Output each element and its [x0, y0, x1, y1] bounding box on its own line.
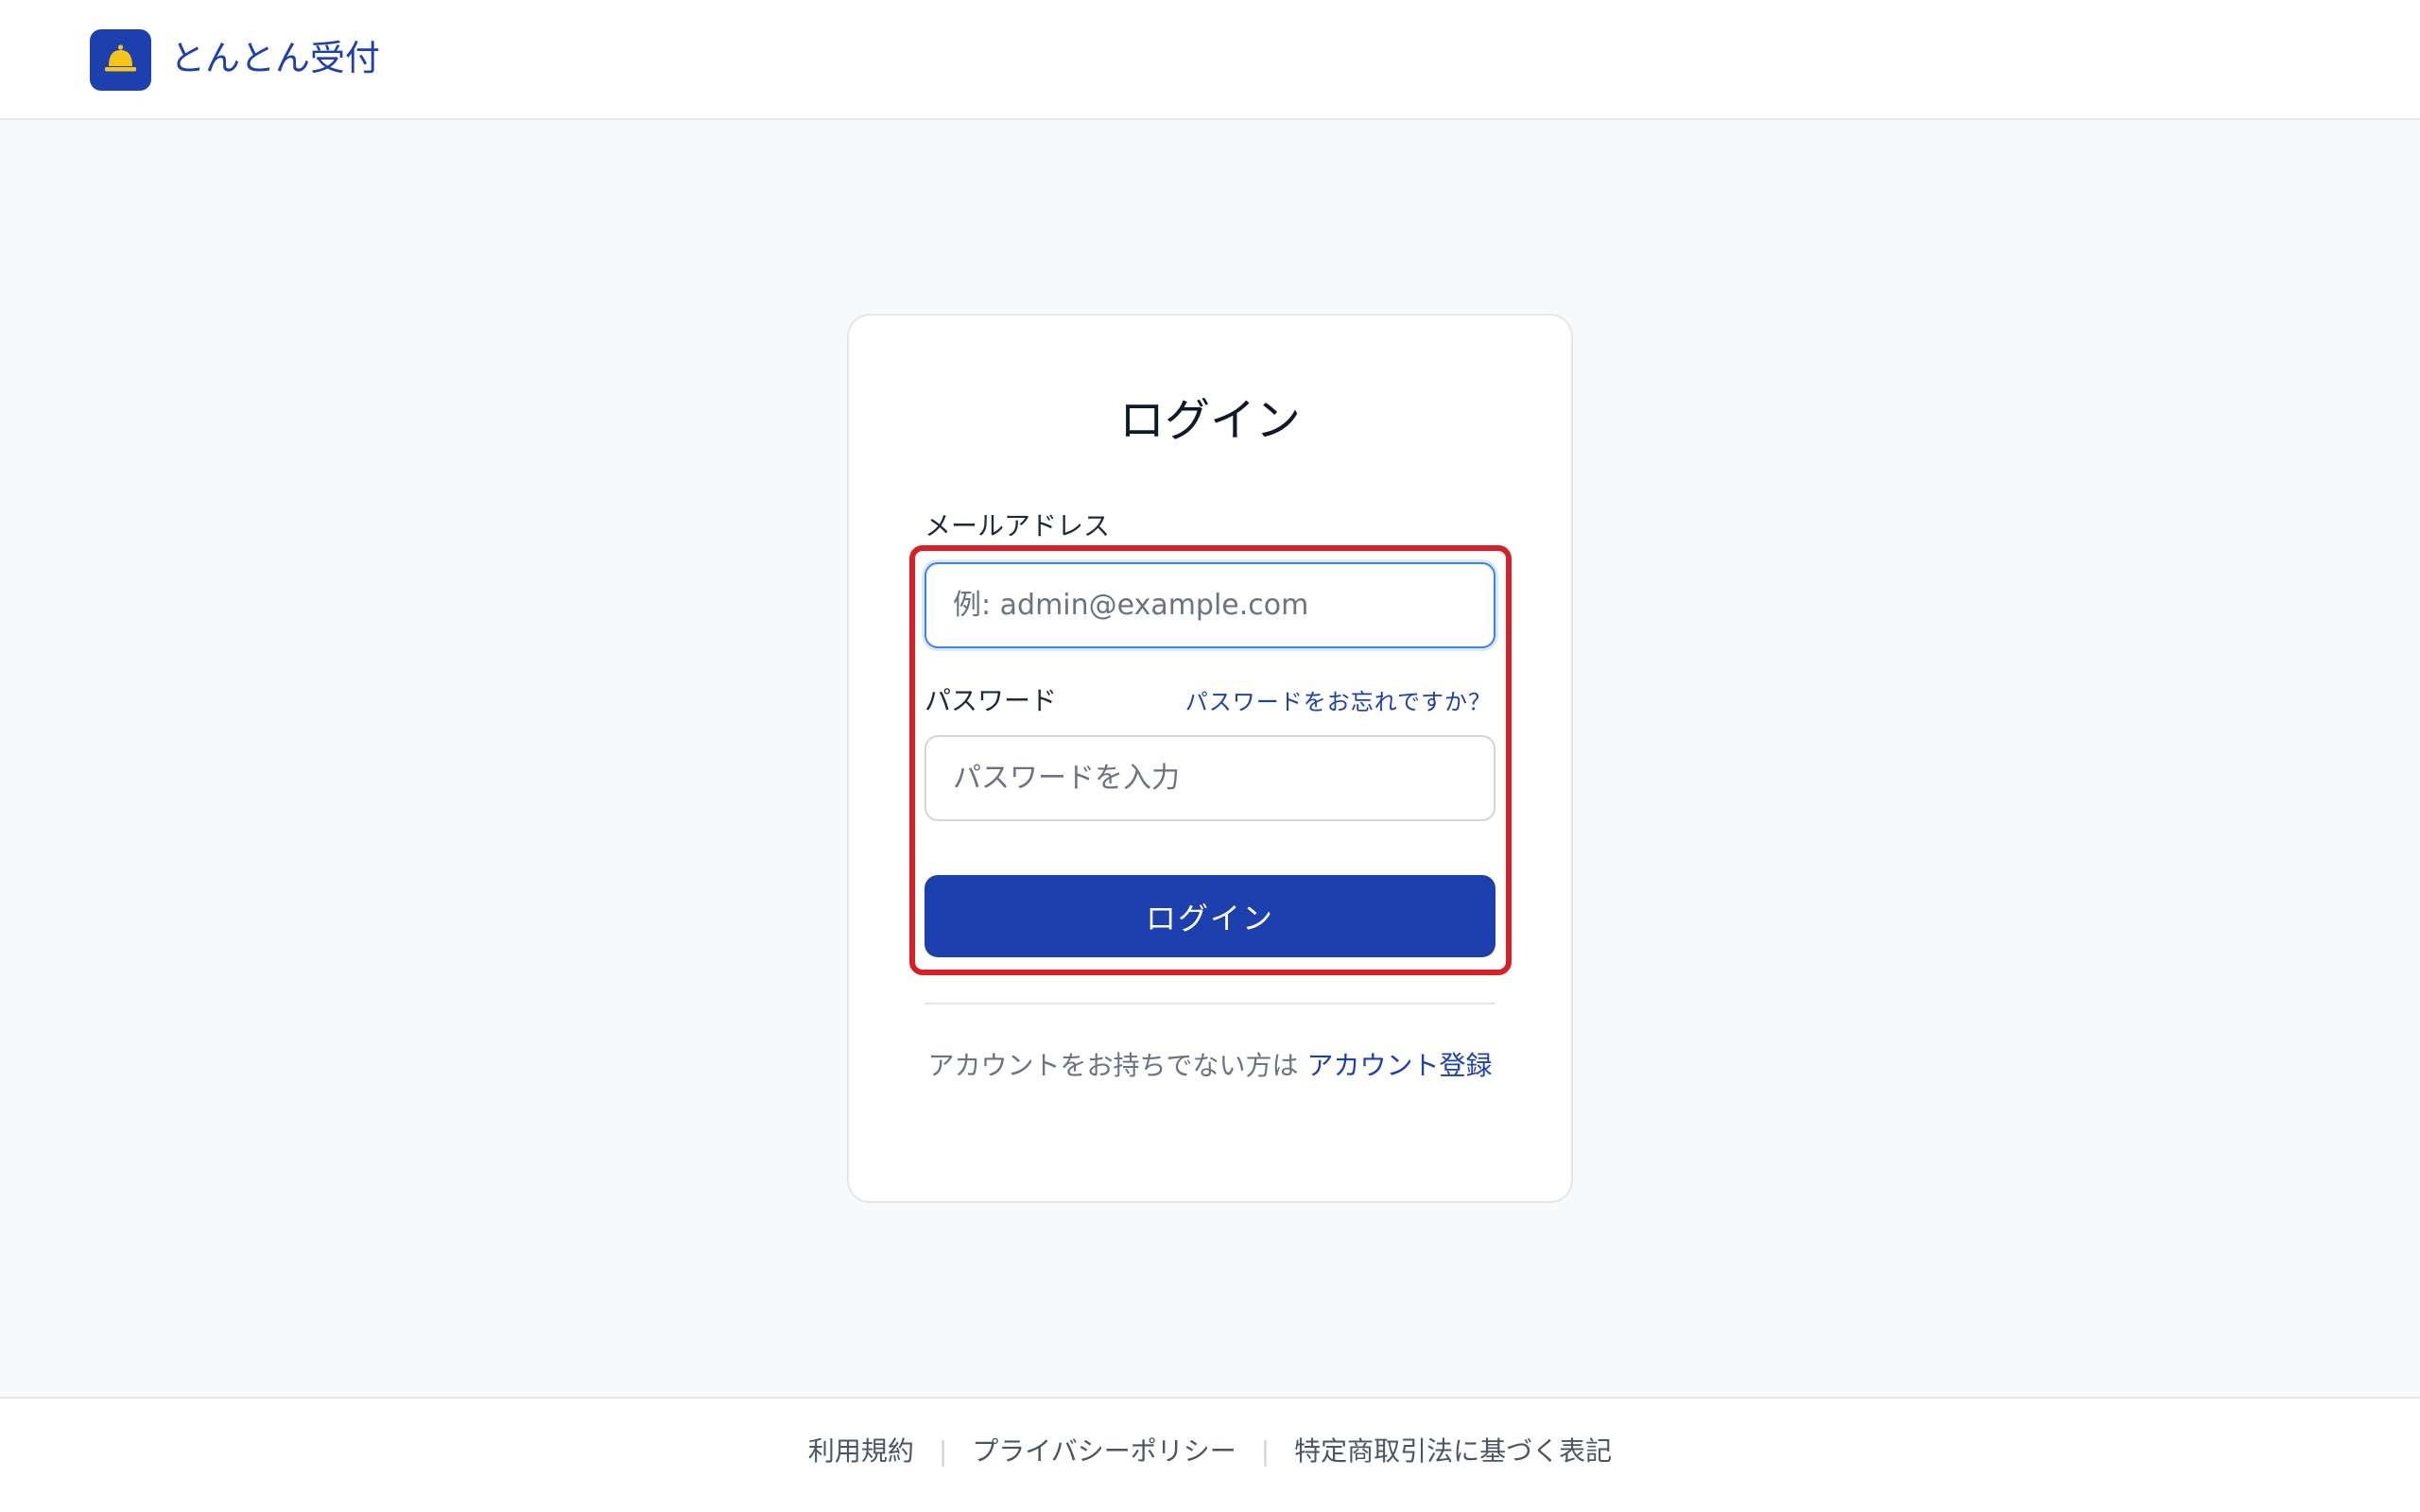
commercial-law-link[interactable]: 特定商取引法に基づく表記 — [1294, 1435, 1612, 1467]
privacy-policy-link[interactable]: プライバシーポリシー — [972, 1435, 1236, 1467]
footer-separator: | — [938, 1435, 948, 1467]
login-title: ログイン — [1118, 394, 1301, 447]
forgot-password-link[interactable]: パスワードをお忘れですか？ — [1185, 683, 1492, 721]
password-label: パスワード — [925, 685, 1058, 716]
email-label: メールアドレス — [925, 510, 1111, 541]
bell-icon — [105, 44, 136, 72]
footer-links: 利用規約 | プライバシーポリシー | 特定商取引法に基づく表記 — [0, 1433, 2420, 1470]
login-button[interactable]: ログイン — [925, 875, 1495, 957]
card-divider — [925, 1003, 1495, 1005]
terms-link[interactable]: 利用規約 — [808, 1435, 914, 1467]
password-input[interactable] — [925, 735, 1495, 821]
email-input[interactable] — [925, 562, 1495, 648]
signup-prompt-text: アカウントをお持ちでない方は — [927, 1050, 1307, 1081]
brand-name[interactable]: とんとん受付 — [170, 32, 380, 85]
app-header: とんとん受付 — [0, 0, 2420, 120]
signup-prompt: アカウントをお持ちでない方は アカウント登録 — [925, 1047, 1495, 1085]
signup-link[interactable]: アカウント登録 — [1306, 1050, 1492, 1081]
footer-separator: | — [1260, 1435, 1270, 1467]
app-logo[interactable] — [90, 29, 151, 91]
